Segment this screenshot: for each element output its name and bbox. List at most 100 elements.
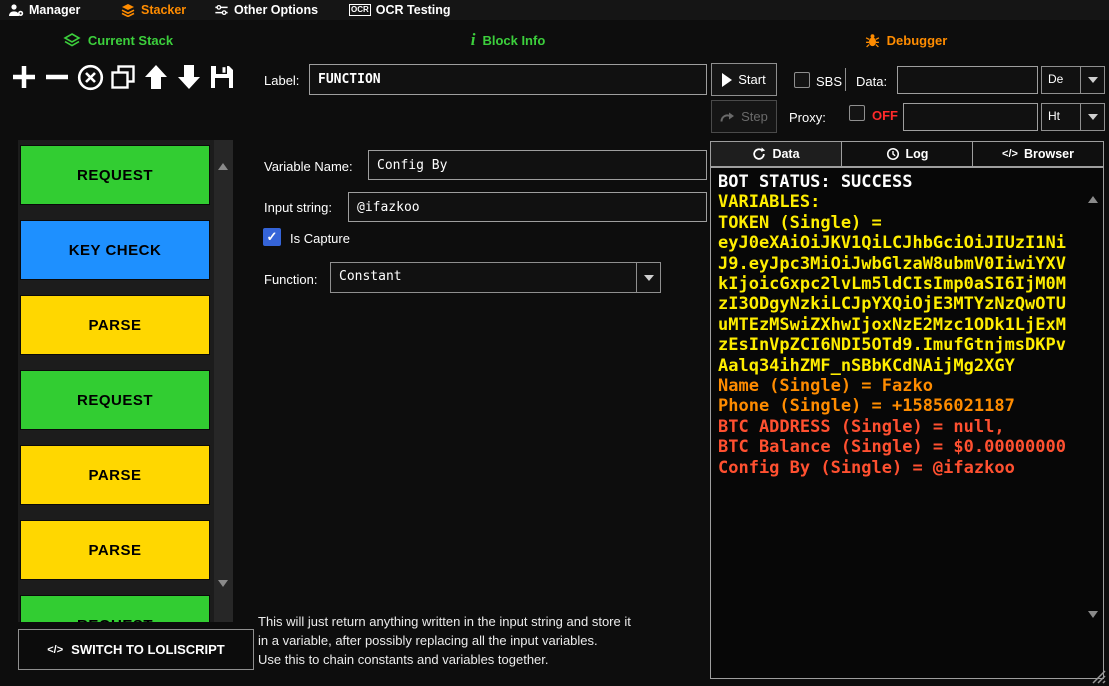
stack-scrollbar[interactable] bbox=[214, 140, 233, 622]
delete-icon bbox=[77, 64, 104, 91]
data-label: Data: bbox=[856, 74, 887, 89]
resize-grip[interactable] bbox=[1092, 670, 1106, 684]
variable-name-input[interactable] bbox=[368, 150, 707, 180]
debugger-output: BOT STATUS: SUCCESS VARIABLES: TOKEN (Si… bbox=[710, 167, 1104, 679]
chevron-down-icon[interactable] bbox=[1080, 67, 1104, 93]
log-line-variables: VARIABLES: bbox=[718, 192, 1083, 212]
proxy-checkbox[interactable] bbox=[849, 105, 865, 121]
is-capture-label: Is Capture bbox=[290, 231, 350, 246]
block-info-title: Block Info bbox=[482, 33, 545, 48]
stack-block-request-2[interactable]: REQUEST bbox=[20, 370, 210, 430]
divider bbox=[845, 68, 846, 91]
debugger-tabs: Data Log </> Browser bbox=[710, 141, 1104, 167]
refresh-icon bbox=[752, 147, 766, 161]
other-options-icon bbox=[214, 3, 229, 17]
history-icon bbox=[886, 147, 900, 161]
menu-item-other-options[interactable]: Other Options bbox=[214, 0, 318, 20]
chevron-down-icon[interactable] bbox=[1080, 104, 1104, 130]
tab-browser[interactable]: </> Browser bbox=[972, 141, 1104, 167]
label-input[interactable] bbox=[309, 64, 707, 95]
manager-icon bbox=[8, 3, 24, 17]
menu-item-ocr-testing[interactable]: OCR OCR Testing bbox=[349, 0, 451, 20]
tab-log-label: Log bbox=[906, 147, 929, 161]
log-line-phone: Phone (Single) = +15856021187 bbox=[718, 396, 1083, 416]
log-line: Aalq34ihZMF_nSBbKCdNAijMg2XGY bbox=[718, 356, 1083, 376]
stack-block-list: REQUEST KEY CHECK PARSE REQUEST PARSE PA… bbox=[20, 140, 214, 622]
menu-item-stacker[interactable]: Stacker bbox=[120, 0, 186, 20]
log-line: uMTEzMSwiZXhwIjoxNzE2Mzc1ODk1LjExM bbox=[718, 315, 1083, 335]
block-description: This will just return anything written i… bbox=[258, 612, 718, 669]
menu-label-other-options: Other Options bbox=[234, 3, 318, 17]
label-field-label: Label: bbox=[264, 73, 299, 88]
delete-block-button[interactable] bbox=[74, 59, 106, 95]
stack-block-parse-1[interactable]: PARSE bbox=[20, 295, 210, 355]
proxy-input[interactable] bbox=[903, 103, 1038, 131]
log-line-btc-balance: BTC Balance (Single) = $0.00000000 bbox=[718, 437, 1083, 457]
step-label: Step bbox=[741, 109, 768, 124]
check-icon: ✓ bbox=[267, 229, 278, 245]
info-icon: i bbox=[471, 33, 476, 47]
log-line: zI3ODgyNzkiLCJpYXQiOjE3MTYzNzQwOTU bbox=[718, 294, 1083, 314]
proxy-type-dropdown[interactable]: Ht bbox=[1041, 103, 1105, 131]
code-icon: </> bbox=[1002, 148, 1018, 160]
sbs-label: SBS bbox=[816, 74, 842, 89]
chevron-down-icon[interactable] bbox=[636, 263, 660, 292]
start-button[interactable]: Start bbox=[711, 63, 777, 96]
is-capture-checkbox[interactable]: ✓ bbox=[263, 228, 281, 246]
switch-to-loliscript-button[interactable]: </> SWITCH TO LOLISCRIPT bbox=[18, 629, 254, 670]
stack-block-request-3[interactable]: REQUEST bbox=[20, 595, 210, 622]
play-icon bbox=[722, 73, 732, 87]
add-block-button[interactable] bbox=[8, 59, 40, 95]
description-line: Use this to chain constants and variable… bbox=[258, 650, 718, 669]
stack-block-parse-2[interactable]: PARSE bbox=[20, 445, 210, 505]
log-line-config-by: Config By (Single) = @ifazkoo bbox=[718, 458, 1083, 478]
proxy-status: OFF bbox=[872, 108, 898, 123]
stack-scroll-up[interactable] bbox=[218, 146, 228, 164]
log-line: kIjoicGxpc2lvLm5ldCIsImp0aSI6IjM0M bbox=[718, 274, 1083, 294]
move-down-button[interactable] bbox=[173, 59, 205, 95]
tab-data[interactable]: Data bbox=[710, 141, 842, 167]
stack-block-parse-3[interactable]: PARSE bbox=[20, 520, 210, 580]
bug-icon bbox=[865, 33, 880, 48]
move-up-button[interactable] bbox=[140, 59, 172, 95]
move-up-icon bbox=[144, 64, 168, 90]
tab-browser-label: Browser bbox=[1024, 147, 1074, 161]
log-line-name: Name (Single) = Fazko bbox=[718, 376, 1083, 396]
input-string-input[interactable] bbox=[348, 192, 707, 222]
step-button[interactable]: Step bbox=[711, 100, 777, 133]
debugger-title: Debugger bbox=[887, 33, 948, 48]
menu-item-manager[interactable]: Manager bbox=[8, 0, 80, 20]
input-string-label: Input string: bbox=[264, 200, 332, 215]
stack-toolbar bbox=[8, 59, 238, 95]
add-icon bbox=[11, 64, 37, 90]
description-line: This will just return anything written i… bbox=[258, 612, 718, 631]
menu-label-ocr-testing: OCR Testing bbox=[376, 3, 451, 17]
stack-block-keycheck[interactable]: KEY CHECK bbox=[20, 220, 210, 280]
wordlist-type-dropdown[interactable]: De bbox=[1041, 66, 1105, 94]
switch-to-loliscript-label: SWITCH TO LOLISCRIPT bbox=[71, 642, 225, 657]
step-arrow-icon bbox=[720, 110, 735, 123]
current-stack-title: Current Stack bbox=[88, 33, 173, 48]
debugger-header: Debugger bbox=[798, 31, 1014, 49]
current-stack-header: Current Stack bbox=[0, 31, 236, 49]
log-line-token: TOKEN (Single) = bbox=[718, 213, 1083, 233]
tab-log[interactable]: Log bbox=[841, 141, 973, 167]
log-line: eyJ0eXAiOiJKV1QiLCJhbGciOiJIUzI1Ni bbox=[718, 233, 1083, 253]
sbs-checkbox[interactable] bbox=[794, 72, 810, 88]
function-dropdown[interactable]: Constant bbox=[330, 262, 661, 293]
save-config-button[interactable] bbox=[206, 59, 238, 95]
save-icon bbox=[209, 64, 235, 90]
clone-icon bbox=[110, 64, 136, 90]
function-value: Constant bbox=[331, 263, 636, 292]
log-line: J9.eyJpc3MiOiJwbGlzaW8ubmV0IiwiYXV bbox=[718, 254, 1083, 274]
clone-block-button[interactable] bbox=[107, 59, 139, 95]
menubar: Manager Stacker Other Options OCR OCR Te… bbox=[0, 0, 1109, 20]
remove-block-button[interactable] bbox=[41, 59, 73, 95]
output-scroll-down[interactable] bbox=[1088, 618, 1098, 638]
stack-scroll-down[interactable] bbox=[218, 587, 228, 605]
variable-name-label: Variable Name: bbox=[264, 159, 353, 174]
output-scroll-up[interactable] bbox=[1088, 176, 1098, 196]
data-input[interactable] bbox=[897, 66, 1038, 94]
move-down-icon bbox=[177, 64, 201, 90]
stack-block-request-1[interactable]: REQUEST bbox=[20, 145, 210, 205]
